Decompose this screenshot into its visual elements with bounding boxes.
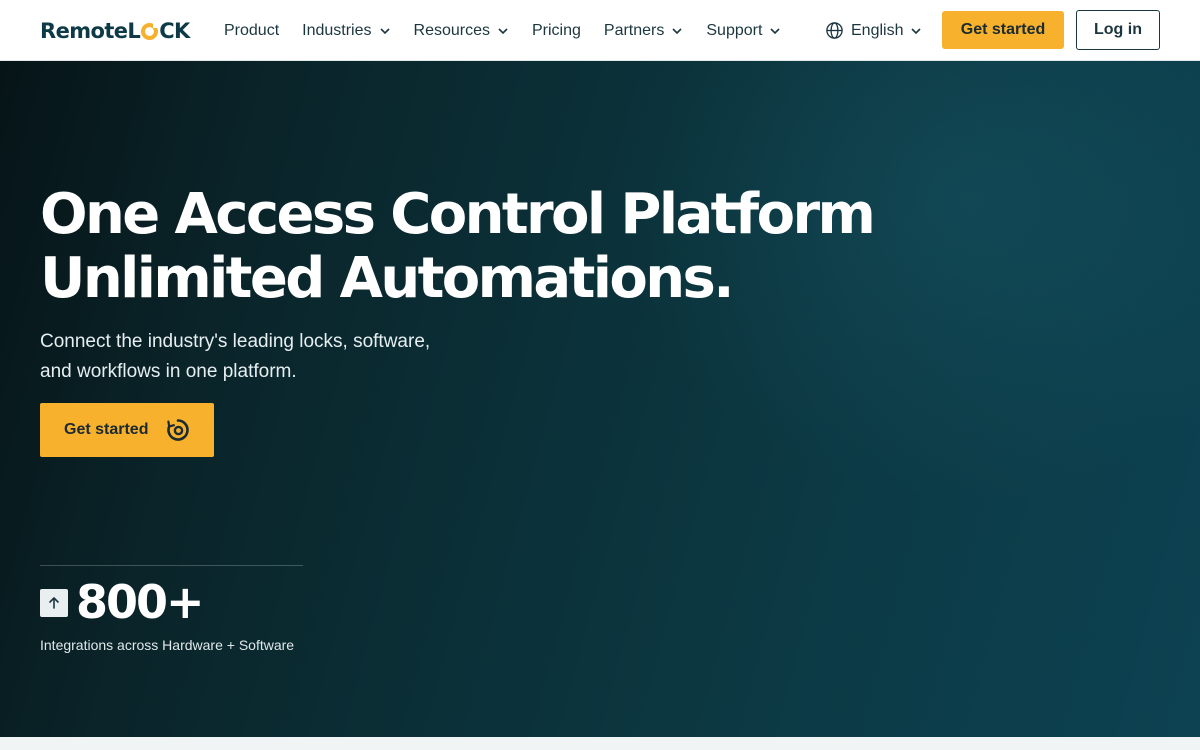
- login-button[interactable]: Log in: [1076, 10, 1160, 50]
- globe-icon: [826, 22, 843, 39]
- logo-text-lock: L CK: [127, 19, 190, 43]
- logo-letters-ck: CK: [159, 19, 190, 43]
- nav-item-pricing[interactable]: Pricing: [532, 0, 581, 61]
- nav-get-started-button[interactable]: Get started: [942, 11, 1064, 49]
- logo-text-remote: Remote: [40, 19, 128, 43]
- nav-item-label: Pricing: [532, 21, 581, 39]
- hero-section: One Access Control Platform Unlimited Au…: [0, 61, 1200, 737]
- language-label: English: [851, 21, 904, 39]
- chevron-down-icon: [379, 27, 390, 34]
- logo-letter-l: L: [127, 19, 141, 43]
- hero-headline: One Access Control Platform Unlimited Au…: [40, 183, 940, 311]
- headline-line-2: Unlimited Automations.: [40, 246, 735, 311]
- stat-divider: [40, 565, 303, 566]
- next-section-edge: [0, 737, 1200, 750]
- hero-subtext: Connect the industry's leading locks, so…: [40, 327, 500, 387]
- remotelock-logo[interactable]: Remote L CK: [40, 18, 190, 44]
- hero-cta-label: Get started: [64, 421, 149, 438]
- nav-item-resources[interactable]: Resources: [414, 0, 509, 61]
- chevron-down-icon: [498, 27, 508, 34]
- lock-o-icon: [141, 21, 160, 40]
- nav-item-partners[interactable]: Partners: [604, 0, 683, 61]
- main-menu: Product Industries Resources Pricing Par…: [224, 0, 804, 61]
- subtext-line-2: and workflows in one platform.: [40, 361, 297, 382]
- nav-item-industries[interactable]: Industries: [302, 0, 390, 61]
- headline-line-1: One Access Control Platform: [40, 182, 876, 247]
- nav-item-label: Support: [706, 21, 763, 39]
- spinner-icon: [167, 419, 189, 441]
- chevron-down-icon: [770, 27, 780, 34]
- subtext-line-1: Connect the industry's leading locks, so…: [40, 331, 431, 352]
- stat-badge: [40, 589, 68, 617]
- arrow-up-icon: [49, 597, 59, 609]
- nav-item-label: Industries: [302, 21, 372, 39]
- nav-item-support[interactable]: Support: [706, 0, 781, 61]
- language-selector[interactable]: English: [825, 0, 922, 61]
- stat-number: 800+: [76, 575, 205, 629]
- nav-item-product[interactable]: Product: [224, 0, 279, 61]
- top-nav: Remote L CK Product Industries Resources P…: [0, 0, 1200, 61]
- chevron-down-icon: [911, 27, 922, 34]
- hero-get-started-button[interactable]: Get started: [40, 403, 214, 457]
- chevron-down-icon: [672, 27, 682, 34]
- nav-item-label: Partners: [603, 21, 665, 39]
- stat-label: Integrations across Hardware + Software: [40, 637, 295, 653]
- nav-item-label: Product: [224, 21, 280, 39]
- nav-item-label: Resources: [413, 21, 490, 39]
